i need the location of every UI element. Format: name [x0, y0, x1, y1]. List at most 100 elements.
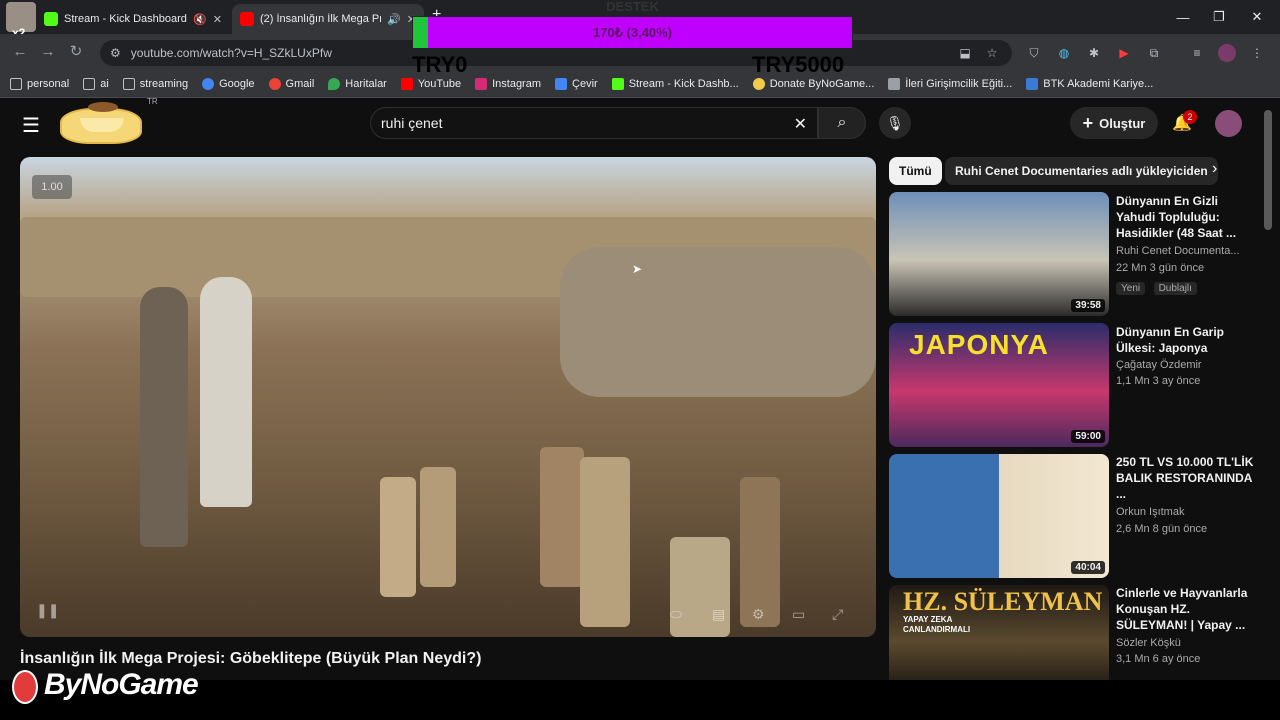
link-icon: [1026, 77, 1039, 90]
instagram-icon: [475, 77, 488, 90]
donation-progress-text: 170₺ (3,40%): [592, 25, 673, 40]
bookmark-youtube[interactable]: YouTube: [400, 77, 462, 90]
maximize-button[interactable]: ❐: [1200, 0, 1238, 34]
bookmark-label: ai: [100, 77, 109, 90]
tab-kick-dashboard[interactable]: Stream - Kick Dashboard 🔇 ✕: [36, 4, 230, 34]
hamburger-menu-icon[interactable]: ☰: [22, 113, 40, 138]
forward-icon[interactable]: →: [38, 42, 58, 62]
bynogame-logo-text: ByNoGame: [44, 668, 199, 701]
notification-badge: 2: [1183, 110, 1197, 124]
bookmark-btk[interactable]: BTK Akademi Kariye...: [1026, 77, 1154, 90]
chip-uploader[interactable]: Ruhi Cenet Documentaries adlı yükleyicid…: [945, 157, 1218, 185]
custom-logo[interactable]: [60, 102, 142, 144]
video-duration: 59:00: [1071, 430, 1105, 443]
puzzle-icon[interactable]: ⧉: [1145, 44, 1163, 62]
youtube-ext-icon[interactable]: ▶: [1115, 44, 1133, 62]
minimize-button[interactable]: —: [1164, 0, 1202, 34]
menu-icon[interactable]: ⋮: [1248, 44, 1266, 62]
person-right: [200, 277, 252, 507]
settings-gear-icon[interactable]: ⚙: [752, 606, 765, 623]
related-channel[interactable]: Çağatay Özdemir: [1116, 358, 1256, 373]
site-info-icon[interactable]: ⚙: [110, 46, 121, 60]
autoplay-toggle[interactable]: ⬭: [670, 606, 682, 623]
related-thumbnail[interactable]: HZ. SÜLEYMAN YAPAY ZEKA CANLANDIRMALI: [889, 585, 1109, 680]
related-meta: 2,6 Mn 8 gün önce: [1116, 523, 1208, 535]
bookmark-haritalar[interactable]: Haritalar: [328, 77, 387, 90]
fullscreen-icon[interactable]: ⤢: [832, 606, 843, 623]
donation-progress-bar: 170₺ (3,40%): [412, 16, 853, 49]
page-scrollbar[interactable]: [1264, 110, 1272, 230]
translate-icon: [555, 77, 568, 90]
pillar: [420, 467, 456, 587]
donation-goal-label: DESTEK: [606, 0, 659, 14]
reading-list-icon[interactable]: ≡: [1188, 44, 1206, 62]
captions-icon[interactable]: ▤: [712, 606, 725, 623]
tab-youtube[interactable]: (2) İnsanlığın İlk Mega Proje 🔊 ✕: [232, 4, 424, 34]
related-thumbnail[interactable]: 39:58: [889, 192, 1109, 316]
bookmark-girisimcilik[interactable]: İleri Girişimcilik Eğiti...: [888, 77, 1012, 90]
bookmark-label: personal: [27, 77, 70, 90]
theater-mode-icon[interactable]: ▭: [792, 606, 805, 623]
bookmark-label: Gmail: [285, 77, 315, 90]
install-icon[interactable]: ⬓: [956, 44, 974, 62]
extension-search-icon[interactable]: ◍: [1055, 44, 1073, 62]
bookmark-cevir[interactable]: Çevir: [555, 77, 598, 90]
audio-icon[interactable]: 🔊: [387, 13, 401, 26]
bookmark-label: Stream - Kick Dashb...: [628, 77, 739, 90]
kick-icon: [611, 77, 624, 90]
related-meta: 3,1 Mn 6 ay önce: [1116, 653, 1201, 665]
related-title[interactable]: Dünyanın En Gizli Yahudi Topluluğu: Hasi…: [1116, 193, 1256, 241]
person-left: [140, 287, 188, 547]
search-button[interactable]: ⌕: [818, 107, 866, 139]
video-title: İnsanlığın İlk Mega Projesi: Göbeklitepe…: [20, 650, 482, 667]
profile-avatar[interactable]: [1218, 44, 1236, 62]
close-window-button[interactable]: ✕: [1238, 0, 1276, 34]
video-player[interactable]: ❚❚ ⬭ ▤ ⚙ ▭ ⤢: [20, 157, 876, 637]
folder-icon: [122, 77, 135, 90]
tab-title: (2) İnsanlığın İlk Mega Proje: [260, 13, 382, 25]
mouse-cursor-icon: ➤: [632, 262, 643, 276]
back-icon[interactable]: ←: [10, 42, 30, 62]
search-input[interactable]: ruhi çenet ✕: [370, 107, 818, 139]
chevron-right-icon[interactable]: ›: [1212, 160, 1217, 178]
mute-icon[interactable]: 🔇: [193, 13, 207, 26]
clear-search-icon[interactable]: ✕: [794, 114, 807, 134]
bookmark-instagram[interactable]: Instagram: [475, 77, 541, 90]
voice-search-button[interactable]: 🎙: [879, 107, 911, 139]
bookmark-label: YouTube: [417, 77, 462, 90]
bookmark-bynogame[interactable]: Donate ByNoGame...: [752, 77, 874, 90]
bookmark-label: streaming: [139, 77, 189, 90]
related-thumbnail[interactable]: JAPONYA 59:00: [889, 323, 1109, 447]
link-icon: [888, 77, 901, 90]
bynogame-icon: [752, 77, 765, 90]
pillar: [540, 447, 584, 587]
bookmark-streaming[interactable]: streaming: [122, 77, 189, 90]
related-channel[interactable]: Sözler Köşkü: [1116, 636, 1256, 651]
bookmark-google[interactable]: Google: [202, 77, 255, 90]
create-button[interactable]: + Oluştur: [1070, 107, 1158, 139]
bookmark-personal[interactable]: personal: [10, 77, 70, 90]
related-meta: 22 Mn 3 gün önce: [1116, 262, 1205, 274]
google-icon: [268, 77, 281, 90]
related-title[interactable]: Cinlerle ve Hayvanlarla Konuşan HZ. SÜLE…: [1116, 585, 1256, 633]
related-channel[interactable]: Ruhi Cenet Documenta...: [1116, 244, 1256, 259]
play-pause-icon[interactable]: ❚❚: [36, 602, 59, 619]
related-channel[interactable]: Orkun Işıtmak: [1116, 505, 1256, 520]
bookmark-ai[interactable]: ai: [83, 77, 109, 90]
bookmark-label: Google: [219, 77, 255, 90]
close-icon[interactable]: ✕: [213, 13, 222, 26]
reload-icon[interactable]: ↻: [66, 42, 86, 62]
plus-icon: +: [1082, 112, 1094, 133]
extension-icon[interactable]: ✱: [1085, 44, 1103, 62]
related-title[interactable]: Dünyanın En Garip Ülkesi: Japonya: [1116, 324, 1256, 356]
chip-all[interactable]: Tümü: [889, 157, 942, 185]
bookmark-kick[interactable]: Stream - Kick Dashb...: [611, 77, 739, 90]
bookmark-gmail[interactable]: Gmail: [268, 77, 315, 90]
bookmark-star-icon[interactable]: ☆: [983, 44, 1001, 62]
related-thumbnail[interactable]: 40:04: [889, 454, 1109, 578]
account-avatar[interactable]: [1215, 110, 1242, 137]
shield-icon[interactable]: ⛉: [1025, 44, 1043, 62]
bookmark-label: BTK Akademi Kariye...: [1043, 77, 1154, 90]
donation-max-label: TRY5000: [752, 52, 845, 77]
related-title[interactable]: 250 TL VS 10.000 TL'LİK BALIK RESTORANIN…: [1116, 454, 1256, 502]
